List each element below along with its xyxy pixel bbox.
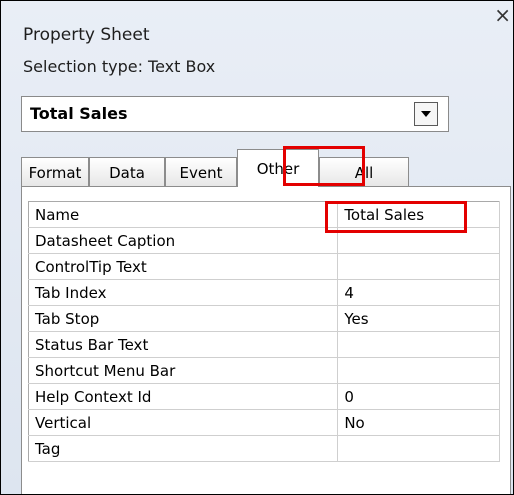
- table-row[interactable]: ControlTip Text: [27, 253, 500, 280]
- property-value[interactable]: 0: [337, 383, 500, 410]
- selection-combobox[interactable]: Total Sales: [21, 96, 449, 132]
- chevron-down-icon: [421, 111, 431, 117]
- property-value[interactable]: [337, 331, 500, 358]
- property-name: Status Bar Text: [27, 331, 339, 358]
- property-name: Tab Stop: [27, 305, 339, 332]
- tab-data-label: Data: [109, 163, 145, 182]
- tab-event[interactable]: Event: [165, 157, 237, 187]
- property-name: Tag: [27, 435, 339, 462]
- property-name: ControlTip Text: [27, 253, 339, 280]
- tab-format-label: Format: [28, 163, 82, 182]
- close-icon[interactable]: ×: [494, 1, 511, 29]
- property-value[interactable]: Yes: [337, 305, 500, 332]
- property-value[interactable]: [337, 435, 500, 462]
- property-grid: Name Total Sales Datasheet Caption Contr…: [27, 201, 500, 462]
- table-row[interactable]: Help Context Id 0: [27, 383, 500, 410]
- property-value[interactable]: No: [337, 409, 500, 436]
- property-value[interactable]: [337, 253, 500, 280]
- other-tab-highlight-box: [283, 146, 365, 186]
- property-name: Name: [27, 201, 339, 228]
- tab-format[interactable]: Format: [21, 157, 89, 187]
- property-value[interactable]: 4: [337, 279, 500, 306]
- table-row[interactable]: Tab Index 4: [27, 279, 500, 306]
- table-row[interactable]: Vertical No: [27, 409, 500, 436]
- selection-type-label: Selection type: Text Box: [23, 57, 216, 76]
- property-name: Vertical: [27, 409, 339, 436]
- property-sheet-panel: Property Sheet × Selection type: Text Bo…: [0, 0, 514, 495]
- tab-strip: Format Data Event Other All: [21, 149, 501, 187]
- property-name: Help Context Id: [27, 383, 339, 410]
- selection-combobox-value: Total Sales: [30, 104, 128, 123]
- property-name: Datasheet Caption: [27, 227, 339, 254]
- table-row[interactable]: Tab Stop Yes: [27, 305, 500, 332]
- table-row[interactable]: Status Bar Text: [27, 331, 500, 358]
- property-name: Shortcut Menu Bar: [27, 357, 339, 384]
- table-row[interactable]: Tag: [27, 435, 500, 462]
- tab-data[interactable]: Data: [89, 157, 165, 187]
- property-sheet-titlebar: Property Sheet: [23, 21, 513, 49]
- name-value-highlight-box: [325, 201, 467, 233]
- property-value[interactable]: [337, 357, 500, 384]
- property-name: Tab Index: [27, 279, 339, 306]
- dropdown-button[interactable]: [414, 102, 438, 126]
- panel-title: Property Sheet: [23, 25, 150, 45]
- table-row[interactable]: Shortcut Menu Bar: [27, 357, 500, 384]
- tab-event-label: Event: [179, 163, 223, 182]
